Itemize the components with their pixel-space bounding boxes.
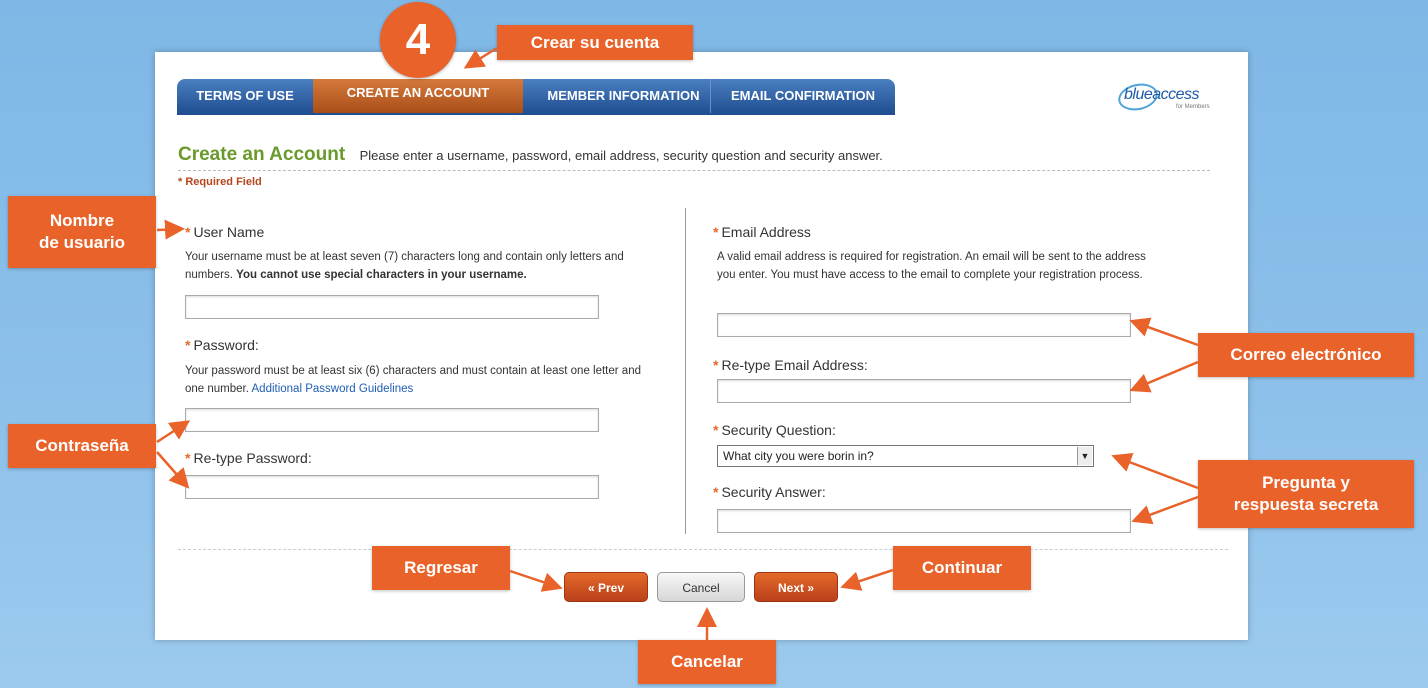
cancel-button[interactable]: Cancel xyxy=(657,572,745,602)
callout-security: Pregunta y respuesta secreta xyxy=(1198,460,1414,528)
required-field-text: Required Field xyxy=(185,176,262,188)
logo-subtitle: for Members xyxy=(1176,104,1210,110)
email-label: * Email Address xyxy=(713,224,811,240)
required-star: * xyxy=(713,422,719,438)
password-label-text: Password: xyxy=(193,337,259,353)
required-star: * xyxy=(185,450,191,466)
tab-member-information[interactable]: MEMBER INFORMATION xyxy=(523,79,711,113)
callout-username: Nombre de usuario xyxy=(8,196,156,268)
username-help-bold: You cannot use special characters in you… xyxy=(236,269,527,281)
callout-next: Continuar xyxy=(893,546,1031,590)
retype-email-label: * Re-type Email Address: xyxy=(713,357,868,373)
password-guidelines-link[interactable]: Additional Password Guidelines xyxy=(252,383,414,395)
heading-divider xyxy=(178,170,1210,171)
required-star: * xyxy=(178,176,183,188)
security-answer-label: * Security Answer: xyxy=(713,484,826,500)
required-star: * xyxy=(713,224,719,240)
callout-security-line1: Pregunta y xyxy=(1262,473,1350,492)
security-question-label-text: Security Question: xyxy=(721,422,836,438)
security-answer-label-text: Security Answer: xyxy=(721,484,826,500)
footer-divider xyxy=(178,549,1228,550)
password-help: Your password must be at least six (6) c… xyxy=(185,362,645,398)
tab-terms-of-use[interactable]: TERMS OF USE xyxy=(177,79,313,113)
security-answer-input[interactable] xyxy=(717,509,1131,533)
wizard-tabs: TERMS OF USE CREATE AN ACCOUNT MEMBER IN… xyxy=(177,79,895,113)
tab-email-confirmation[interactable]: EMAIL CONFIRMATION xyxy=(711,79,895,113)
retype-password-input[interactable] xyxy=(185,475,599,499)
password-label: * Password: xyxy=(185,337,259,353)
required-star: * xyxy=(713,357,719,373)
callout-username-line2: de usuario xyxy=(39,233,125,252)
required-field-note: * Required Field xyxy=(178,176,262,188)
username-label-text: User Name xyxy=(193,224,265,240)
tab-create-account[interactable]: CREATE AN ACCOUNT xyxy=(313,79,523,113)
account-form-panel: TERMS OF USE CREATE AN ACCOUNT MEMBER IN… xyxy=(155,52,1248,640)
logo-brand: blueaccess xyxy=(1124,86,1200,103)
retype-password-label: * Re-type Password: xyxy=(185,450,312,466)
security-question-label: * Security Question: xyxy=(713,422,836,438)
retype-password-label-text: Re-type Password: xyxy=(193,450,312,466)
email-input[interactable] xyxy=(717,313,1131,337)
username-label: * User Name xyxy=(185,224,264,240)
callout-cancel: Cancelar xyxy=(638,640,776,684)
callout-prev: Regresar xyxy=(372,546,510,590)
email-help: A valid email address is required for re… xyxy=(717,251,1146,281)
page-description: Please enter a username, password, email… xyxy=(359,148,883,163)
chevron-down-icon[interactable]: ▼ xyxy=(1077,447,1092,465)
callout-username-line1: Nombre xyxy=(49,211,115,230)
password-input[interactable] xyxy=(185,408,599,432)
callout-password: Contraseña xyxy=(8,424,156,468)
callout-create-account: Crear su cuenta xyxy=(497,25,693,60)
prev-button[interactable]: « Prev xyxy=(564,572,648,602)
retype-email-label-text: Re-type Email Address: xyxy=(721,357,868,373)
blueaccess-logo: blueaccess for Members xyxy=(1115,80,1218,114)
email-label-text: Email Address xyxy=(721,224,811,240)
username-help: Your username must be at least seven (7)… xyxy=(185,248,635,284)
security-question-value: What city you were borin in? xyxy=(723,449,874,463)
next-button[interactable]: Next » xyxy=(754,572,838,602)
page-title: Create an Account xyxy=(178,144,346,165)
callout-email: Correo electrónico xyxy=(1198,333,1414,377)
security-question-select[interactable]: What city you were borin in? ▼ xyxy=(717,445,1094,467)
required-star: * xyxy=(185,337,191,353)
callout-security-line2: respuesta secreta xyxy=(1233,495,1379,514)
tabs-underline xyxy=(177,113,895,115)
retype-email-input[interactable] xyxy=(717,379,1131,403)
required-star: * xyxy=(185,224,191,240)
page-heading: Create an Account Please enter a usernam… xyxy=(178,144,883,166)
column-divider xyxy=(685,208,686,534)
step-number-badge: 4 xyxy=(380,2,456,78)
username-input[interactable] xyxy=(185,295,599,319)
required-star: * xyxy=(713,484,719,500)
